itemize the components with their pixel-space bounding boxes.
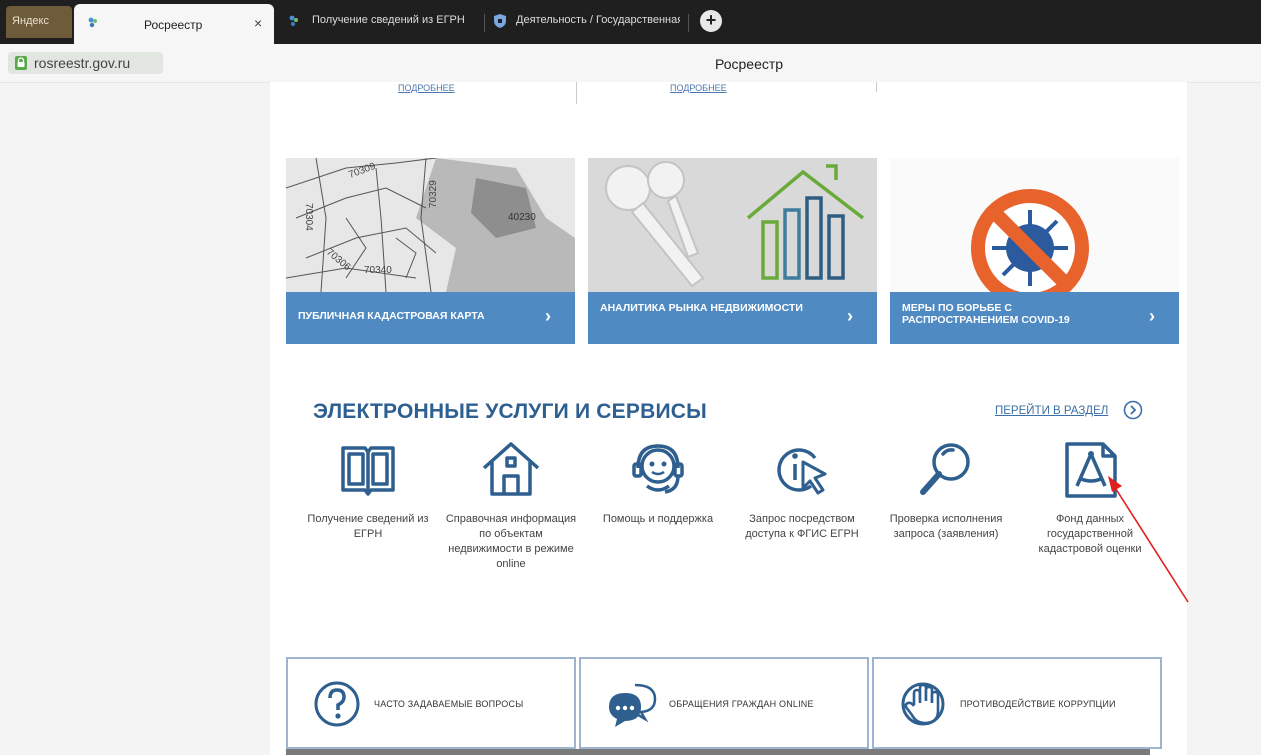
service-label: Проверка исполнения запроса (заявления) [889, 513, 1003, 540]
card-banner: АНАЛИТИКА РЫНКА НЕДВИЖИМОСТИ › [588, 292, 877, 344]
go-to-section-link[interactable]: ПЕРЕЙТИ В РАЗДЕЛ [995, 405, 1108, 417]
svg-text:70340: 70340 [364, 265, 392, 276]
card-market-analytics[interactable]: АНАЛИТИКА РЫНКА НЕДВИЖИМОСТИ › [588, 158, 877, 344]
svg-text:70329: 70329 [428, 180, 439, 208]
annotation-arrow [1108, 476, 1189, 603]
service-egrn-info[interactable]: Получение сведений из ЕГРН [298, 440, 438, 542]
tab-rosreestr-active[interactable]: Росреестр × [74, 4, 274, 44]
tab-separator [484, 14, 485, 32]
tab-label: Деятельность / Государственная [516, 14, 680, 26]
box-label: ЧАСТО ЗАДАВАЕМЫЕ ВОПРОСЫ [374, 699, 524, 709]
svg-text:40230: 40230 [508, 212, 536, 223]
divider [876, 82, 877, 92]
magnifier-icon [920, 443, 970, 495]
cadastral-map-image: 70309 70304 70329 40230 70340 70306 [286, 158, 575, 292]
new-tab-button[interactable]: + [700, 10, 722, 32]
section-title: ЭЛЕКТРОННЫЕ УСЛУГИ И СЕРВИСЫ [313, 400, 707, 423]
card-banner: ПУБЛИЧНАЯ КАДАСТРОВАЯ КАРТА › [286, 292, 575, 344]
rosreestr-favicon-icon [289, 15, 298, 27]
service-request-status[interactable]: Проверка исполнения запроса (заявления) [876, 440, 1016, 542]
book-icon [341, 446, 395, 496]
info-cursor-icon [777, 448, 827, 495]
rosreestr-favicon-icon [88, 17, 97, 28]
card-label: ПУБЛИЧНАЯ КАДАСТРОВАЯ КАРТА [298, 310, 485, 322]
card-label: МЕРЫ ПО БОРЬБЕ С РАСПРОСТРАНЕНИЕМ COVID-… [902, 302, 1070, 326]
tab-yandex[interactable]: Яндекс [6, 6, 72, 38]
url-field[interactable]: rosreestr.gov.ru [8, 52, 163, 74]
lock-icon [15, 56, 27, 70]
tab-label: Получение сведений из ЕГРН [312, 14, 465, 26]
chevron-right-icon: › [847, 306, 853, 326]
tab-activity[interactable]: Деятельность / Государственная [494, 10, 684, 34]
hand-stop-icon [901, 682, 945, 726]
arrow-circle-right-icon[interactable] [1123, 400, 1143, 420]
no-virus-icon [890, 158, 1179, 292]
tab-separator [688, 14, 689, 32]
keys-house-image [588, 158, 877, 292]
service-label: Получение сведений из ЕГРН [307, 513, 429, 540]
close-tab-icon[interactable]: × [254, 15, 262, 31]
chevron-right-icon: › [545, 306, 551, 326]
bottom-image-strip [286, 749, 1150, 755]
service-help-support[interactable]: Помощь и поддержка [588, 440, 728, 527]
page-title: Росреестр [715, 56, 784, 72]
house-icon [482, 442, 540, 496]
card-cadastral-map[interactable]: 70309 70304 70329 40230 70340 70306 ПУБЛ… [286, 158, 575, 344]
chevron-right-icon: › [1149, 306, 1155, 326]
tab-label: Яндекс [12, 15, 49, 27]
card-label: АНАЛИТИКА РЫНКА НЕДВИЖИМОСТИ [600, 302, 803, 314]
citizen-appeals-box[interactable]: ОБРАЩЕНИЯ ГРАЖДАН ONLINE [579, 657, 869, 749]
tab-egrn[interactable]: Получение сведений из ЕГРН [284, 10, 482, 34]
service-reference-info[interactable]: Справочная информация по объектам недвиж… [441, 440, 581, 572]
divider [576, 82, 577, 104]
service-label: Запрос посредством доступа к ФГИС ЕГРН [745, 513, 859, 540]
card-banner: МЕРЫ ПО БОРЬБЕ С РАСПРОСТРАНЕНИЕМ COVID-… [890, 292, 1179, 344]
question-icon [314, 681, 360, 727]
svg-text:70304: 70304 [303, 203, 314, 231]
anti-corruption-box[interactable]: ПРОТИВОДЕЙСТВИЕ КОРРУПЦИИ [872, 657, 1162, 749]
address-bar: rosreestr.gov.ru Росреестр [0, 44, 1261, 83]
service-label: Справочная информация по объектам недвиж… [445, 513, 577, 570]
tab-label: Росреестр [144, 18, 203, 32]
chat-icon [609, 683, 657, 727]
service-label: Помощь и поддержка [602, 513, 714, 525]
support-headset-icon [632, 444, 684, 494]
browser-tab-bar: Яндекс Росреестр × Получение сведений из… [0, 0, 1261, 44]
url-text: rosreestr.gov.ru [34, 55, 131, 71]
shield-favicon-icon [494, 14, 506, 28]
more-link[interactable]: ПОДРОБНЕЕ [670, 83, 727, 93]
box-label: ОБРАЩЕНИЯ ГРАЖДАН ONLINE [669, 699, 814, 709]
box-label: ПРОТИВОДЕЙСТВИЕ КОРРУПЦИИ [960, 699, 1116, 709]
faq-box[interactable]: ЧАСТО ЗАДАВАЕМЫЕ ВОПРОСЫ [286, 657, 576, 749]
more-link[interactable]: ПОДРОБНЕЕ [398, 83, 455, 93]
card-covid[interactable]: МЕРЫ ПО БОРЬБЕ С РАСПРОСТРАНЕНИЕМ COVID-… [890, 158, 1179, 344]
service-fgis-request[interactable]: Запрос посредством доступа к ФГИС ЕГРН [732, 440, 872, 542]
